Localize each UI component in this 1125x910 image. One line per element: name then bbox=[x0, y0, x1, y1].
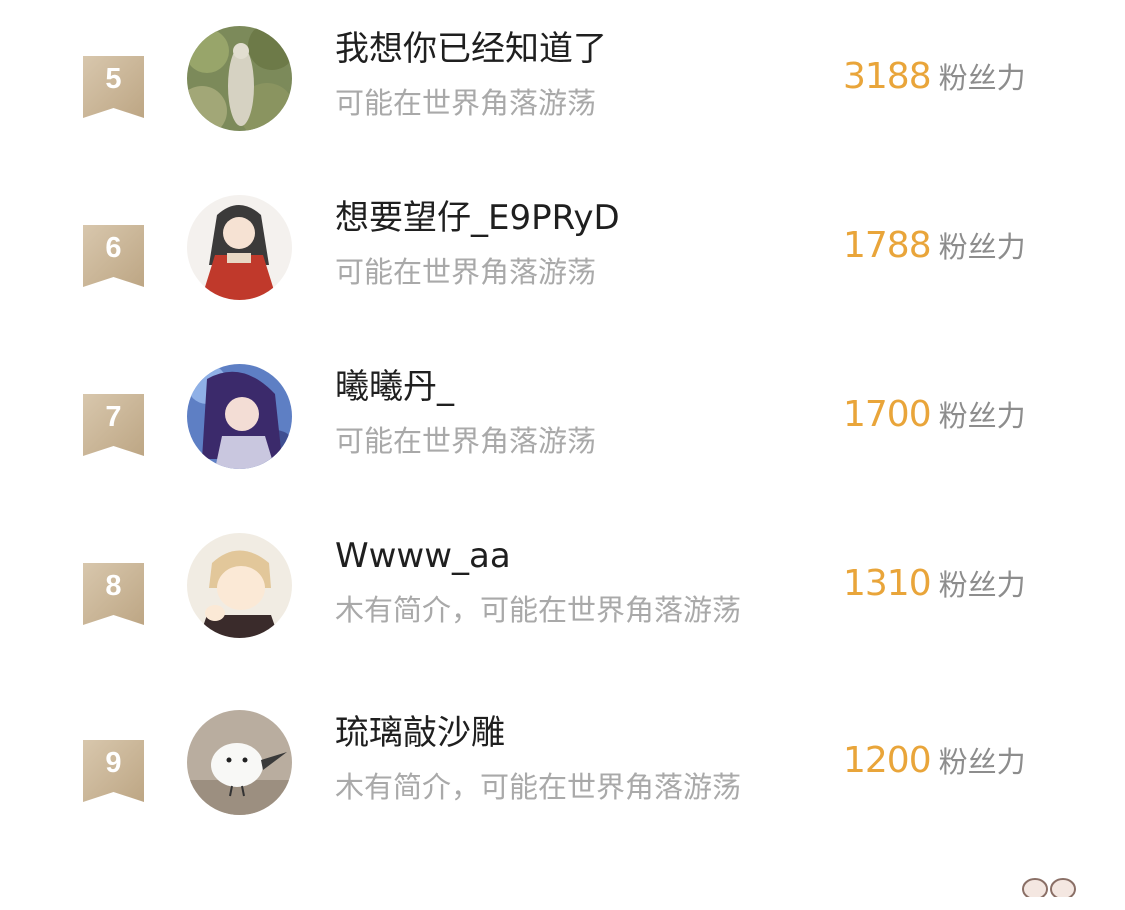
white-bird-avatar-icon[interactable] bbox=[187, 710, 292, 815]
fan-power-unit: 粉丝力 bbox=[938, 745, 1026, 779]
fan-power-value: 3188 bbox=[843, 56, 932, 97]
fan-power-value: 1788 bbox=[843, 225, 932, 266]
fan-power-score: 3188 粉丝力 bbox=[843, 55, 1026, 105]
rank-ribbon-badge: 9 bbox=[83, 740, 144, 802]
anime-purple-hair-avatar-icon[interactable] bbox=[187, 364, 292, 469]
ranking-row[interactable]: 8 Wwww_aa 木有简介，可能在世界角落游荡 1310 粉丝力 bbox=[0, 533, 1125, 733]
user-bio: 可能在世界角落游荡 bbox=[335, 424, 597, 458]
rank-number: 6 bbox=[105, 232, 122, 264]
ranking-row[interactable]: 7 曦曦丹_ 可能在世界角落游荡 1700 粉丝力 bbox=[0, 364, 1125, 564]
statue-garden-avatar-icon[interactable] bbox=[187, 26, 292, 131]
cartoon-boy-avatar-icon[interactable] bbox=[187, 533, 292, 638]
rank-ribbon-badge: 7 bbox=[83, 394, 144, 456]
floating-mascot-icon[interactable] bbox=[1015, 867, 1085, 900]
user-bio: 可能在世界角落游荡 bbox=[335, 86, 597, 120]
user-bio: 木有简介，可能在世界角落游荡 bbox=[335, 770, 742, 804]
user-bio: 可能在世界角落游荡 bbox=[335, 255, 597, 289]
fan-power-value: 1310 bbox=[843, 563, 932, 604]
user-bio: 木有简介，可能在世界角落游荡 bbox=[335, 593, 742, 627]
ranking-row[interactable]: 6 想要望仔_E9PRyD 可能在世界角落游荡 1788 粉丝力 bbox=[0, 195, 1125, 395]
rank-number: 7 bbox=[105, 401, 122, 433]
fan-power-unit: 粉丝力 bbox=[938, 568, 1026, 602]
fan-power-score: 1200 粉丝力 bbox=[843, 739, 1026, 789]
fan-power-unit: 粉丝力 bbox=[938, 230, 1026, 264]
ranking-row[interactable]: 9 琉璃敲沙雕 木有简介，可能在世界角落游荡 1200 粉丝力 bbox=[0, 710, 1125, 910]
user-name[interactable]: Wwww_aa bbox=[335, 534, 511, 578]
rank-number: 8 bbox=[105, 570, 122, 602]
fan-power-unit: 粉丝力 bbox=[938, 61, 1026, 95]
fan-power-value: 1700 bbox=[843, 394, 932, 435]
fan-power-score: 1310 粉丝力 bbox=[843, 562, 1026, 612]
user-name[interactable]: 我想你已经知道了 bbox=[335, 27, 607, 71]
rank-ribbon-badge: 5 bbox=[83, 56, 144, 118]
rank-ribbon-badge: 6 bbox=[83, 225, 144, 287]
red-dress-girl-avatar-icon[interactable] bbox=[187, 195, 292, 300]
rank-ribbon-badge: 8 bbox=[83, 563, 144, 625]
user-name[interactable]: 琉璃敲沙雕 bbox=[335, 711, 505, 755]
user-name[interactable]: 曦曦丹_ bbox=[335, 365, 454, 409]
fan-power-value: 1200 bbox=[843, 740, 932, 781]
fan-power-unit: 粉丝力 bbox=[938, 399, 1026, 433]
user-name[interactable]: 想要望仔_E9PRyD bbox=[335, 196, 620, 240]
rank-number: 9 bbox=[105, 747, 122, 779]
fan-power-score: 1788 粉丝力 bbox=[843, 224, 1026, 274]
rank-number: 5 bbox=[105, 63, 122, 95]
fan-power-score: 1700 粉丝力 bbox=[843, 393, 1026, 443]
